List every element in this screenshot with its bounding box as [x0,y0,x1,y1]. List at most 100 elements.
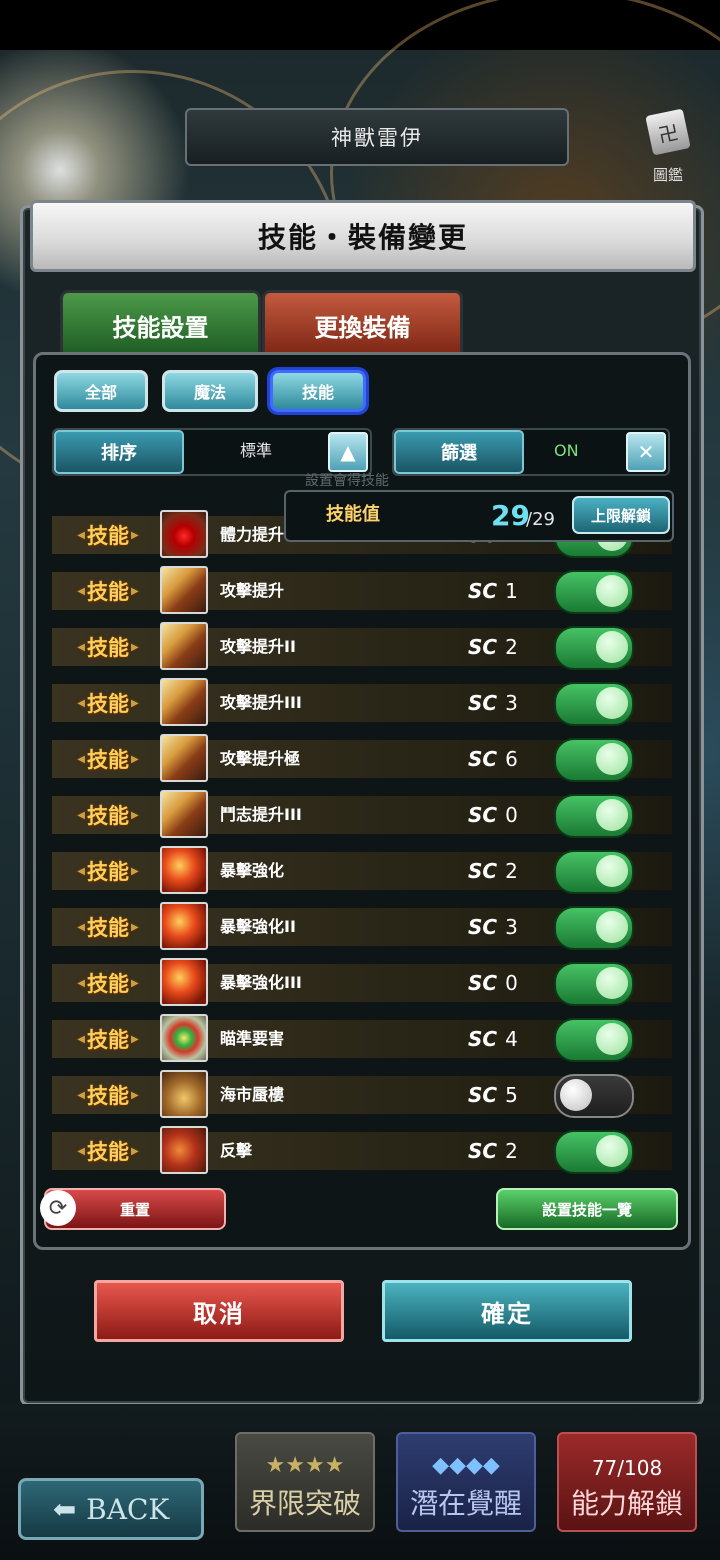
filter-all-button[interactable]: 全部 [54,370,148,412]
skill-row[interactable]: 技能 鬥志提升III SC 0 [52,790,672,838]
toggle-knob [596,911,628,943]
skill-toggle[interactable] [554,626,634,670]
skill-row[interactable]: 技能 攻擊提升 SC 1 [52,566,672,614]
skill-type-tag: 技能 [68,966,148,1000]
skill-toggle[interactable] [554,1074,634,1118]
sort-label: 排序 [54,430,184,474]
skill-toggle[interactable] [554,850,634,894]
ability-unlock-button[interactable]: 77/108 能力解鎖 [557,1432,697,1532]
crit-skill-icon [160,902,208,950]
skill-toggle[interactable] [554,794,634,838]
skill-type-tag: 技能 [68,854,148,888]
limit-break-button[interactable]: ★★★★ 界限突破 [235,1432,375,1532]
sort-control[interactable]: 排序 標準 ▲ [52,428,372,476]
skill-hint: 設置會得技能 [305,473,389,489]
toggle-knob [596,631,628,663]
skill-toggle[interactable] [554,738,634,782]
tab-change-equipment[interactable]: 更換裝備 [262,290,463,360]
skill-cost: SC 0 [468,796,518,834]
encyclopedia-button[interactable]: 卍 圖鑑 [640,108,696,192]
skill-type-tag: 技能 [68,630,148,664]
sword-skill-icon [160,678,208,726]
skill-list-button[interactable]: 設置技能一覽 [496,1188,678,1230]
tab-skill-setup[interactable]: 技能設置 [60,290,261,360]
latent-awakening-label: 潛在覺醒 [409,1487,522,1520]
skill-type-tag: 技能 [68,1022,148,1056]
triangle-up-icon: ▲ [340,440,356,464]
skill-name: 鬥志提升III [220,805,302,824]
toggle-knob [596,743,628,775]
skill-toggle[interactable] [554,570,634,614]
skill-type-tag: 技能 [68,518,148,552]
sort-order-button[interactable]: ▲ [328,432,368,472]
skill-name: 暴擊強化 [220,861,285,880]
back-button[interactable]: ⬅ BACK [18,1478,204,1540]
skill-row[interactable]: 技能 瞄準要害 SC 4 [52,1014,672,1062]
sc-label: SC [468,803,498,827]
sc-label: SC [468,1139,498,1163]
skill-type-tag: 技能 [68,1134,148,1168]
filter-control[interactable]: 篩選 ON ✕ [392,428,670,476]
skill-type-tag: 技能 [68,1078,148,1112]
sc-value: 5 [505,1083,518,1107]
sword-skill-icon [160,622,208,670]
sc-label: SC [468,971,498,995]
skill-toggle[interactable] [554,906,634,950]
crystal-icon: ◆◆◆◆ [432,1453,500,1478]
skill-name: 暴擊強化III [220,973,302,992]
sc-label: SC [468,915,498,939]
sc-label: SC [468,1027,498,1051]
cancel-button[interactable]: 取消 [94,1280,344,1342]
skill-cost: SC 2 [468,852,518,890]
crit-skill-icon [160,846,208,894]
skill-list: 技能體力提升SC2技能攻擊提升SC1技能攻擊提升IISC2技能攻擊提升IIISC… [52,508,672,1176]
skill-name: 攻擊提升III [220,693,302,712]
skill-cost: SC 1 [468,572,518,610]
skill-row[interactable]: 技能 攻擊提升II SC 2 [52,622,672,670]
skill-row[interactable]: 技能 暴擊強化III SC 0 [52,958,672,1006]
skill-row[interactable]: 技能 攻擊提升極 SC 6 [52,734,672,782]
skill-row[interactable]: 技能 反擊 SC 2 [52,1126,672,1174]
skill-toggle[interactable] [554,1130,634,1174]
sc-label: SC [468,635,498,659]
sc-label: SC [468,747,498,771]
skill-cost: SC 5 [468,1076,518,1114]
skill-name: 瞄準要害 [220,1029,285,1048]
sc-label: SC [468,1083,498,1107]
skill-name: 攻擊提升極 [220,749,301,768]
filter-magic-button[interactable]: 魔法 [162,370,258,412]
sword-skill-icon [160,566,208,614]
filter-skill-button[interactable]: 技能 [270,370,366,412]
sc-label: SC [468,691,498,715]
filter-value: ON [554,441,579,460]
crit-skill-icon [160,958,208,1006]
skill-cost: SC 3 [468,908,518,946]
close-icon: ✕ [637,440,655,464]
sc-label: SC [468,579,498,603]
latent-awakening-button[interactable]: ◆◆◆◆ 潛在覺醒 [396,1432,536,1532]
sc-value: 0 [505,803,518,827]
sword-skill-icon [160,734,208,782]
skill-type-tag: 技能 [68,742,148,776]
sc-value: 2 [505,635,518,659]
confirm-button[interactable]: 確定 [382,1280,632,1342]
stars-icon: ★★★★ [265,1453,345,1478]
skill-cost: SC 3 [468,684,518,722]
skill-name: 體力提升 [220,525,285,544]
sc-value: 6 [505,747,518,771]
toggle-knob [596,967,628,999]
unlock-count: 77/108 [591,1456,663,1480]
toggle-knob [560,1079,592,1111]
back-label: BACK [86,1492,170,1526]
skill-row[interactable]: 技能 海市蜃樓 SC 5 [52,1070,672,1118]
skill-toggle[interactable] [554,682,634,726]
skill-row[interactable]: 技能 暴擊強化II SC 3 [52,902,672,950]
skill-toggle[interactable] [554,1018,634,1062]
skill-cost: SC 6 [468,740,518,778]
skill-row[interactable]: 技能 暴擊強化 SC 2 [52,846,672,894]
unlock-limit-button[interactable]: 上限解鎖 [572,496,670,534]
skill-row[interactable]: 技能 攻擊提升III SC 3 [52,678,672,726]
skill-toggle[interactable] [554,962,634,1006]
filter-clear-button[interactable]: ✕ [626,432,666,472]
toggle-knob [596,575,628,607]
